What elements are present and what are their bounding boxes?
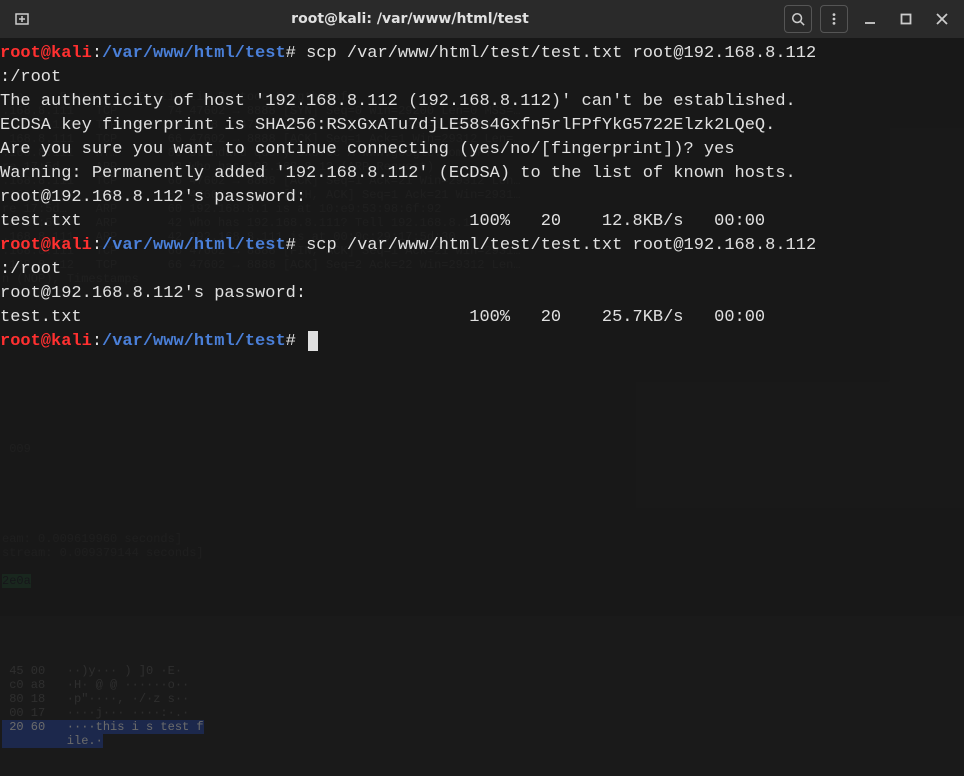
output-authenticity: The authenticity of host '192.168.8.112 …: [0, 90, 964, 114]
output-password-2: root@192.168.8.112's password:: [0, 282, 964, 306]
output-password-1: root@192.168.8.112's password:: [0, 186, 964, 210]
prompt-path: /var/www/html/test: [102, 332, 286, 351]
command-2: scp /var/www/html/test/test.txt root@192…: [296, 236, 816, 255]
output-transfer-1: test.txt 100% 20 12.8KB/s 00:00: [0, 210, 964, 234]
prompt-path: /var/www/html/test: [102, 236, 286, 255]
prompt-colon: :: [92, 44, 102, 63]
prompt-hash: #: [286, 236, 296, 255]
maximize-button[interactable]: [892, 5, 920, 33]
output-transfer-2: test.txt 100% 20 25.7KB/s 00:00: [0, 306, 964, 330]
command-2-continuation: :/root: [0, 258, 964, 282]
window-titlebar: root@kali: /var/www/html/test: [0, 0, 964, 38]
menu-button[interactable]: [820, 5, 848, 33]
command-1-continuation: :/root: [0, 66, 964, 90]
prompt-user: root@kali: [0, 236, 92, 255]
minimize-button[interactable]: [856, 5, 884, 33]
terminal-content[interactable]: root@kali:/var/www/html/test# scp /var/w…: [0, 38, 964, 616]
prompt-user: root@kali: [0, 44, 92, 63]
output-ecdsa: ECDSA key fingerprint is SHA256:RSxGxATu…: [0, 114, 964, 138]
output-warning: Warning: Permanently added '192.168.8.11…: [0, 162, 964, 186]
prompt-hash: #: [286, 44, 296, 63]
prompt-path: /var/www/html/test: [102, 44, 286, 63]
window-title: root@kali: /var/www/html/test: [40, 11, 780, 27]
terminal-cursor: [308, 331, 318, 351]
new-tab-button[interactable]: [8, 5, 36, 33]
search-button[interactable]: [784, 5, 812, 33]
command-1: scp /var/www/html/test/test.txt root@192…: [296, 44, 816, 63]
prompt-colon: :: [92, 332, 102, 351]
output-confirm: Are you sure you want to continue connec…: [0, 138, 964, 162]
close-button[interactable]: [928, 5, 956, 33]
prompt-colon: :: [92, 236, 102, 255]
prompt-user: root@kali: [0, 332, 92, 351]
prompt-hash: #: [286, 332, 296, 351]
